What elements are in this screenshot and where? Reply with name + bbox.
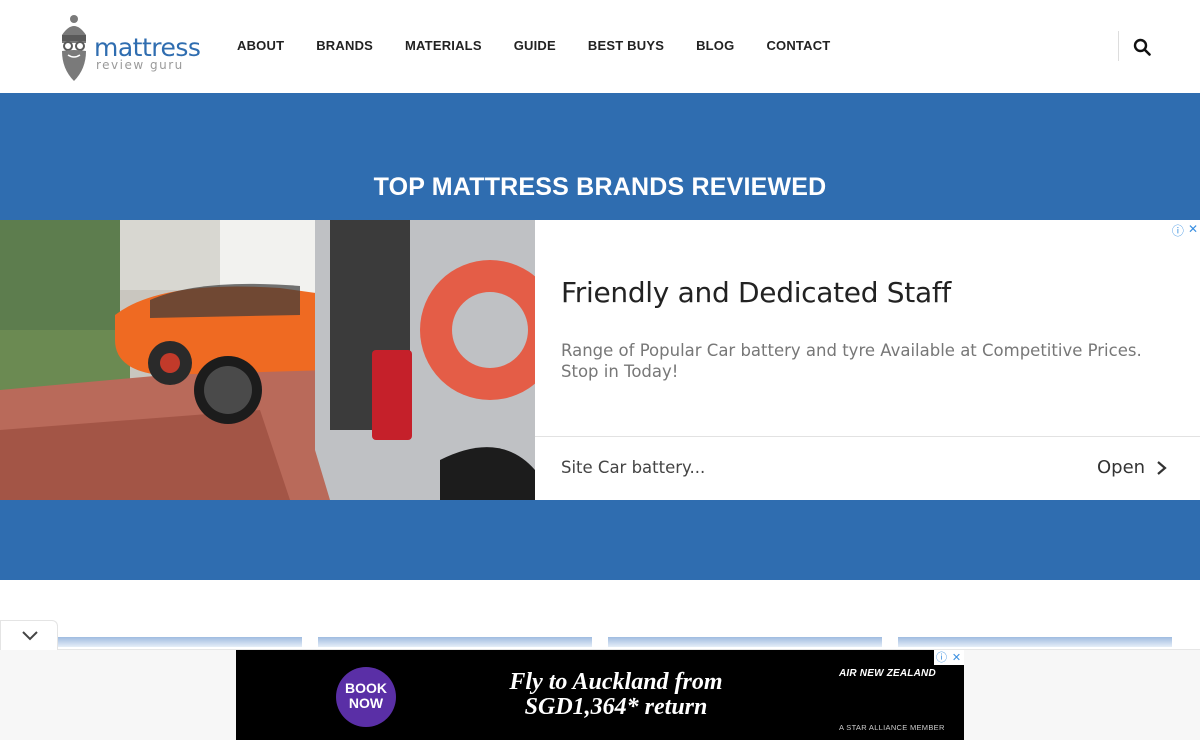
search-icon[interactable] — [1133, 38, 1151, 56]
ad-site-name[interactable]: Site Car battery... — [561, 458, 705, 477]
close-icon[interactable]: ✕ — [949, 650, 964, 665]
info-icon[interactable]: ⓘ — [1172, 222, 1184, 239]
collapse-ad-button[interactable] — [0, 620, 58, 650]
brand-card[interactable] — [608, 637, 882, 647]
banner-ad-choices[interactable]: ⓘ ✕ — [934, 650, 964, 665]
alliance-text: A STAR ALLIANCE MEMBER — [839, 723, 945, 732]
main-nav: ABOUT BRANDS MATERIALS GUIDE BEST BUYS B… — [237, 38, 862, 53]
site-header: mattress review guru ABOUT BRANDS MATERI… — [0, 0, 1200, 93]
ad-choices[interactable]: ⓘ ✕ — [1172, 222, 1198, 239]
info-icon[interactable]: ⓘ — [934, 650, 949, 665]
book-now-badge[interactable]: BOOK NOW — [336, 667, 396, 727]
chevron-down-icon — [22, 631, 38, 641]
ad-divider — [535, 436, 1200, 437]
logo-text-sub: review guru — [96, 58, 184, 72]
nav-about[interactable]: ABOUT — [237, 38, 284, 53]
ad-image[interactable] — [0, 220, 535, 500]
nav-blog[interactable]: BLOG — [696, 38, 734, 53]
banner-headline-line2: SGD1,364* return — [524, 694, 708, 720]
nav-best-buys[interactable]: BEST BUYS — [588, 38, 664, 53]
brand-card[interactable] — [898, 637, 1172, 647]
close-icon[interactable]: ✕ — [1188, 222, 1198, 239]
nav-materials[interactable]: MATERIALS — [405, 38, 482, 53]
nav-brands[interactable]: BRANDS — [316, 38, 373, 53]
brand-card[interactable] — [58, 637, 302, 647]
brand-cards-row — [0, 637, 1200, 647]
site-logo[interactable]: mattress review guru — [58, 13, 201, 83]
brand-card[interactable] — [318, 637, 592, 647]
ad-description: Range of Popular Car battery and tyre Av… — [561, 341, 1142, 381]
header-divider — [1118, 31, 1119, 61]
ad-photo-illustration — [0, 220, 535, 500]
airline-logo: AIR NEW ZEALAND — [839, 668, 936, 679]
chevron-right-icon[interactable] — [1155, 460, 1169, 476]
banner-headline: Fly to Auckland from SGD1,364* return — [486, 670, 746, 720]
banner-headline-line1: Fly to Auckland from — [509, 669, 723, 695]
page-title: TOP MATTRESS BRANDS REVIEWED — [373, 173, 827, 201]
guru-logo-icon — [62, 15, 86, 81]
ad-headline[interactable]: Friendly and Dedicated Staff — [561, 276, 951, 309]
nav-contact[interactable]: CONTACT — [766, 38, 830, 53]
nav-guide[interactable]: GUIDE — [514, 38, 556, 53]
bottom-banner-ad[interactable]: BOOK NOW Fly to Auckland from SGD1,364* … — [236, 650, 964, 740]
display-ad[interactable]: ⓘ ✕ Friendly and Dedicated Staff Range o… — [0, 220, 1200, 500]
ad-open-button[interactable]: Open — [1097, 457, 1145, 478]
